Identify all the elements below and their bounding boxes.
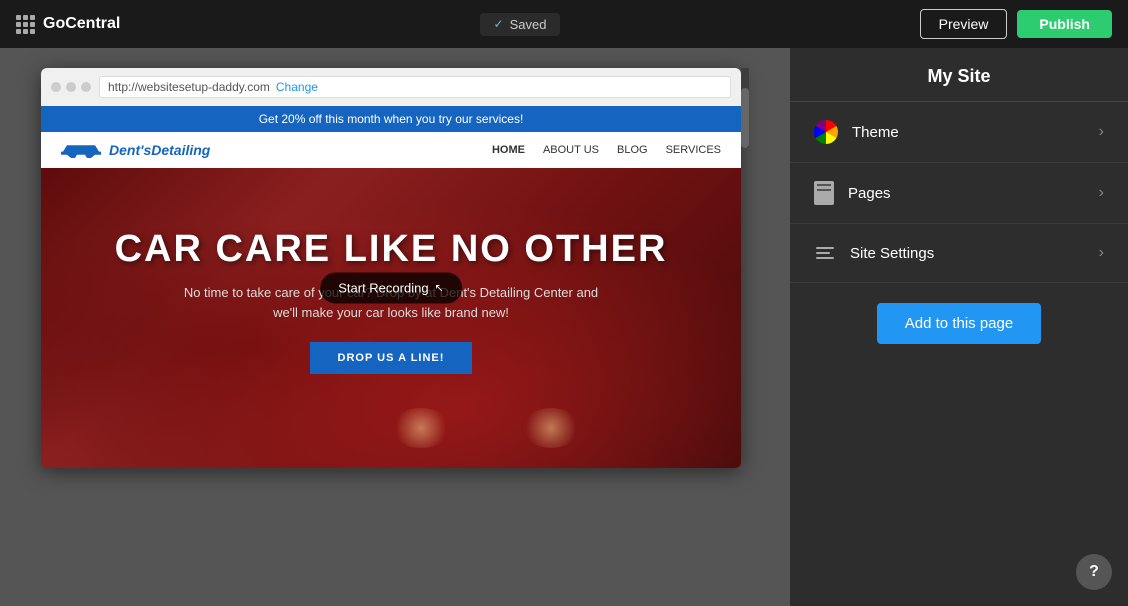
scrollbar-thumb[interactable] [741,88,749,148]
panel-menu-item-settings[interactable]: Site Settings › [790,224,1128,283]
nav-link-blog[interactable]: BLOG [617,144,648,156]
nav-link-home[interactable]: HOME [492,144,525,156]
browser-dots [51,82,91,92]
nav-link-about-us[interactable]: ABOUT US [543,144,599,156]
logo-text-1: Dent's [109,142,151,158]
url-text: http://websitesetup-daddy.com [108,80,270,94]
chevron-right-theme: › [1099,123,1104,141]
right-panel: My Site Theme › Pages › [790,48,1128,606]
check-icon: ✓ [494,17,504,31]
saved-label: Saved [510,17,547,32]
panel-title: My Site [790,48,1128,102]
scrollbar[interactable] [741,68,749,148]
preview-button[interactable]: Preview [920,9,1008,39]
hero-cta-button[interactable]: DROP US A LINE! [310,342,473,374]
theme-icon [814,120,838,144]
site-logo: Dent'sDetailing [61,142,210,158]
recording-badge[interactable]: Start Recording ↖ [320,273,462,304]
headlight-right [521,408,581,448]
pages-icon [814,181,834,205]
logo-text-2: Detailing [151,142,210,158]
headlight-left [391,408,451,448]
browser-dot-1 [51,82,61,92]
logo-text: Dent'sDetailing [109,142,210,158]
add-to-page-button[interactable]: Add to this page [877,303,1041,344]
main-layout: http://websitesetup-daddy.com Change Get… [0,48,1128,606]
top-bar-right: Preview Publish [920,9,1112,39]
browser-dot-3 [81,82,91,92]
site-hero: Start Recording ↖ CAR CARE LIKE NO OTHER… [41,168,741,468]
panel-menu-left-theme: Theme [814,120,899,144]
url-change-link[interactable]: Change [276,80,318,94]
recording-label: Start Recording [338,281,428,296]
preview-panel: http://websitesetup-daddy.com Change Get… [0,48,790,606]
site-nav-links: HOME ABOUT US BLOG SERVICES [492,144,721,156]
panel-menu-label-theme: Theme [852,124,899,141]
panel-menu-item-pages[interactable]: Pages › [790,163,1128,224]
panel-menu-left-settings: Site Settings [814,242,934,264]
help-button[interactable]: ? [1076,554,1112,590]
browser-chrome: http://websitesetup-daddy.com Change [41,68,741,106]
brand-name: GoCentral [43,15,120,33]
logo-car-icon [61,142,101,158]
top-bar: GoCentral ✓ Saved Preview Publish [0,0,1128,48]
panel-menu-label-pages: Pages [848,185,891,202]
cursor-icon: ↖ [435,282,444,295]
site-nav: Dent'sDetailing HOME ABOUT US BLOG SERVICES [41,132,741,168]
publish-button[interactable]: Publish [1017,10,1112,38]
nav-link-services[interactable]: SERVICES [666,144,721,156]
grid-icon[interactable] [16,15,35,34]
saved-badge: ✓ Saved [480,13,561,36]
settings-icon [814,242,836,264]
site-banner: Get 20% off this month when you try our … [41,106,741,132]
top-bar-left: GoCentral [16,15,120,34]
hero-title: CAR CARE LIKE NO OTHER [41,228,741,271]
panel-menu-left-pages: Pages [814,181,891,205]
browser-window: http://websitesetup-daddy.com Change Get… [41,68,741,468]
chevron-right-settings: › [1099,244,1104,262]
panel-menu-label-settings: Site Settings [850,245,934,262]
chevron-right-pages: › [1099,184,1104,202]
browser-url-bar[interactable]: http://websitesetup-daddy.com Change [99,76,731,98]
hero-content: CAR CARE LIKE NO OTHER No time to take c… [41,168,741,374]
panel-menu-item-theme[interactable]: Theme › [790,102,1128,163]
browser-dot-2 [66,82,76,92]
